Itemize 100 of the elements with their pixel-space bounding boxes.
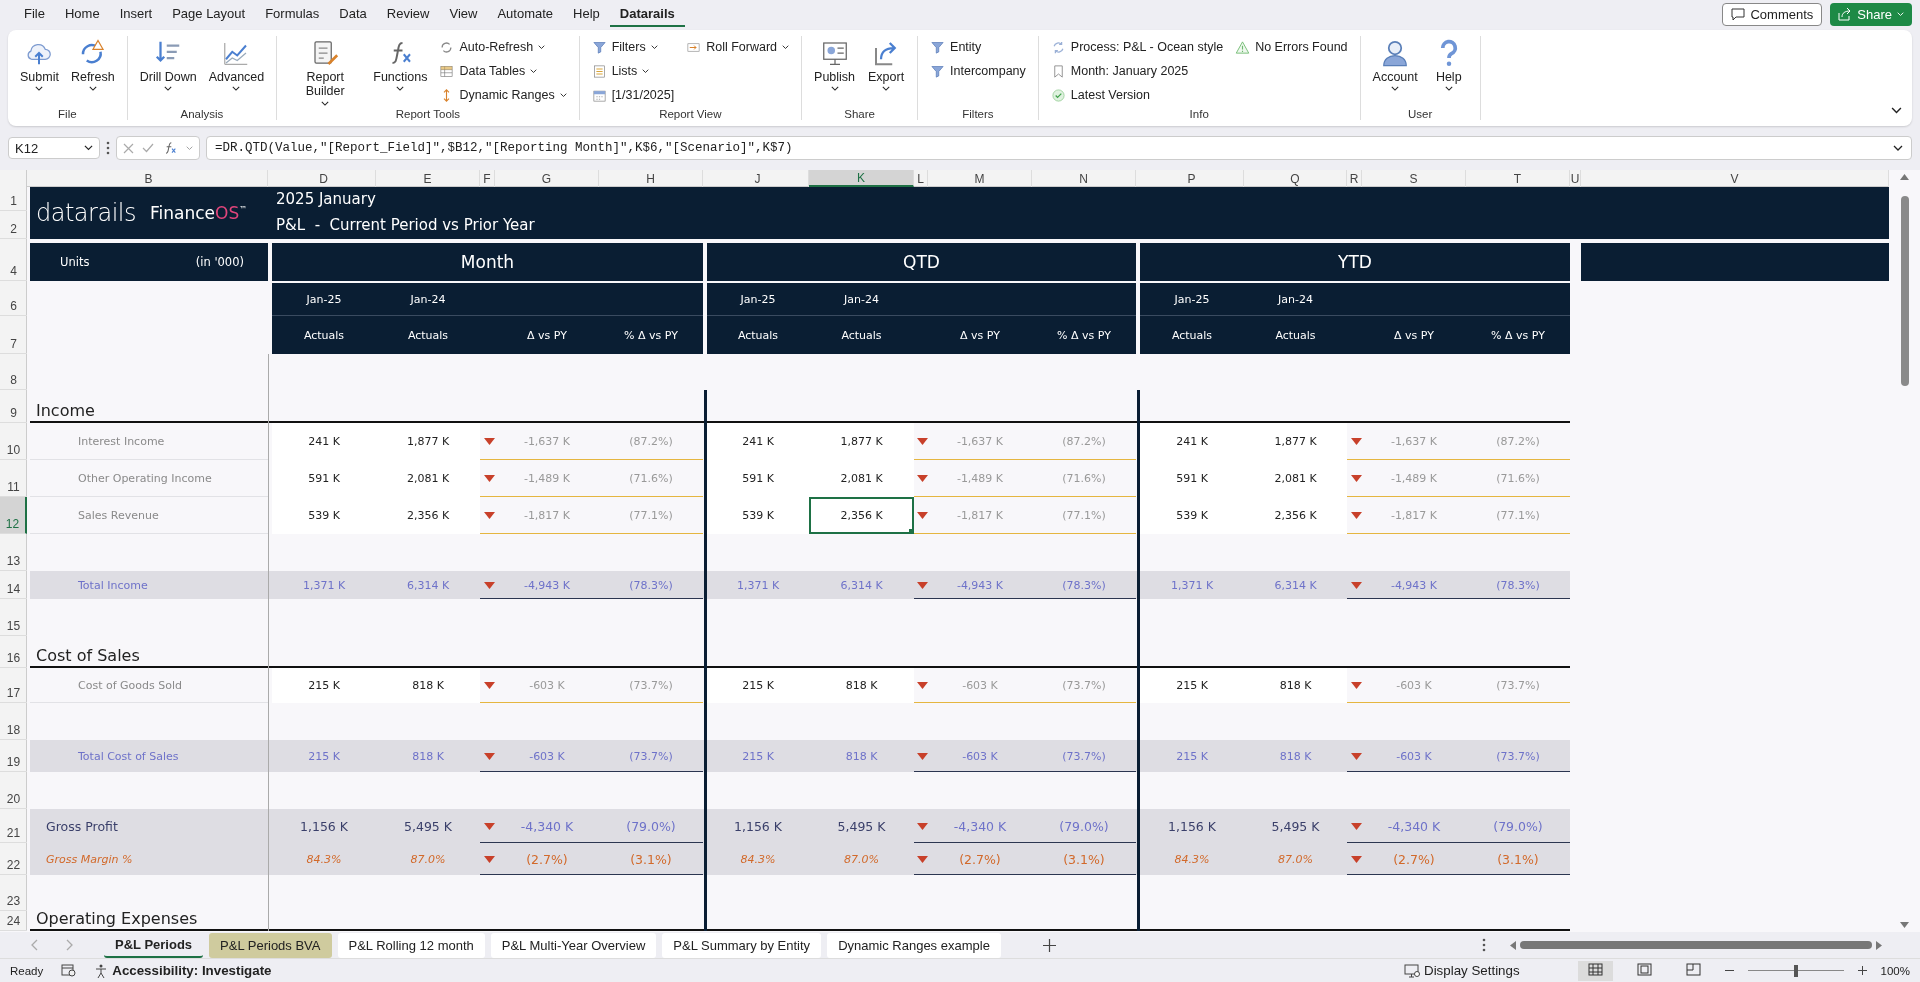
table-cell-text: -1,489 K: [522, 471, 572, 487]
row-header[interactable]: 8: [0, 354, 27, 390]
row-header[interactable]: 7: [0, 316, 27, 354]
menu-tab[interactable]: Datarails: [609, 1, 685, 27]
list-icon: [591, 63, 607, 79]
more-icon: [1482, 938, 1486, 952]
share-button[interactable]: Share: [1830, 2, 1912, 26]
table-cell-text: -1,817 K: [1389, 508, 1439, 524]
ribbon-button[interactable]: Drill Down: [135, 36, 201, 108]
ribbon-button[interactable]: Process: P&L - Ocean style: [1050, 36, 1224, 58]
row-header[interactable]: 17: [0, 668, 27, 703]
row-header[interactable]: 12: [0, 497, 27, 534]
menu-tab[interactable]: Formulas: [255, 1, 330, 27]
group-label: User: [1407, 108, 1434, 120]
scrollbar-thumb[interactable]: [1520, 941, 1872, 949]
menu-tab[interactable]: Insert: [109, 1, 163, 27]
ribbon-button[interactable]: Roll Forward: [686, 36, 790, 58]
row-header[interactable]: 9: [0, 390, 27, 423]
menu-tab[interactable]: Automate: [487, 1, 564, 27]
table-cell-text: (77.1%): [628, 508, 674, 524]
monitor-icon: [1404, 963, 1420, 978]
row-header[interactable]: 19: [0, 740, 27, 772]
view-icon: [1636, 962, 1652, 976]
row-header[interactable]: 1: [0, 187, 27, 211]
table-cell: 241 K: [272, 423, 376, 460]
row-header[interactable]: 16: [0, 636, 27, 668]
ribbon-button[interactable]: Publish: [810, 36, 860, 108]
row-header[interactable]: 10: [0, 423, 27, 460]
table-cell: 2,081 K: [376, 460, 480, 497]
chevron-icon: [1897, 11, 1904, 17]
sheet-tab[interactable]: P&L Rolling 12 month: [337, 932, 485, 958]
sheet-tab[interactable]: P&L Periods BVA: [209, 932, 332, 958]
accessibility-button[interactable]: Accessibility: Investigate: [94, 963, 272, 978]
ribbon-button[interactable]: Advanced: [204, 36, 269, 108]
row-header[interactable]: 14: [0, 571, 27, 599]
sheet-tab[interactable]: P&L Summary by Entity: [662, 932, 822, 958]
comments-button[interactable]: Comments: [1722, 2, 1823, 26]
menu-tab[interactable]: Data: [329, 1, 377, 27]
sheet-tab[interactable]: P&L Multi-Year Overview: [490, 932, 657, 958]
ribbon-button[interactable]: Submit: [16, 36, 63, 108]
ribbon-button[interactable]: Lists: [591, 60, 675, 82]
menu-tab[interactable]: Help: [563, 1, 610, 27]
table-cell-text: 87.0%: [843, 851, 880, 868]
sheet-tab[interactable]: Dynamic Ranges example: [827, 932, 1001, 958]
ribbon-button[interactable]: Refresh: [66, 36, 119, 108]
ribbon-button[interactable]: Report Builder: [285, 36, 366, 108]
table-cell-text: 84.3%: [739, 851, 777, 868]
row-header[interactable]: 22: [0, 843, 27, 875]
row-header[interactable]: 24: [0, 911, 27, 931]
ribbon-button[interactable]: No Errors Found: [1235, 36, 1348, 58]
menu-tab[interactable]: Review: [376, 1, 440, 27]
ribbon-button[interactable]: [1/31/2025]: [591, 84, 675, 106]
report-title: 2025 January: [275, 189, 377, 210]
zoom-slider-thumb[interactable]: [1793, 964, 1798, 977]
table-cell-text: (87.2%): [628, 434, 674, 450]
ribbon-button[interactable]: Dynamic Ranges: [439, 84, 567, 106]
ribbon-button[interactable]: Filters: [591, 36, 675, 58]
table-cell-text: (77.1%): [1061, 508, 1107, 524]
formula-field[interactable]: =DR.QTD(Value,"[Report_Field]",$B12,"[Reporting Month]",K$6,"[Scenario]",K$7): [206, 136, 1912, 160]
table-cell-text: -1,817 K: [522, 508, 572, 524]
table-cell-text: -1,817 K: [955, 508, 1005, 524]
ribbon-button[interactable]: Entity: [930, 36, 1026, 58]
ribbon-button[interactable]: Data Tables: [439, 60, 567, 82]
chevron-icon: [1891, 107, 1902, 114]
menu-tab[interactable]: Page Layout: [162, 1, 256, 27]
display-settings-button[interactable]: Display Settings: [1404, 963, 1520, 978]
normal-view-button[interactable]: [1577, 960, 1613, 981]
ribbon-button[interactable]: Intercompany: [930, 60, 1026, 82]
row-header[interactable]: 4: [0, 243, 27, 281]
formula-tools[interactable]: [116, 136, 200, 160]
row-header[interactable]: 20: [0, 772, 27, 809]
row-header[interactable]: 15: [0, 599, 27, 636]
table-cell-text: (87.2%): [1061, 434, 1107, 450]
ribbon-button[interactable]: Latest Version: [1050, 84, 1224, 106]
chevron-icon: [1893, 145, 1903, 151]
table-cell-text: 6,314 K: [1273, 577, 1318, 594]
menu-tab[interactable]: View: [439, 1, 488, 27]
ribbon-button[interactable]: Export: [863, 36, 910, 108]
menu-tab[interactable]: File: [14, 1, 55, 27]
ribbon-button[interactable]: Auto-Refresh: [439, 36, 567, 58]
column-header[interactable]: K: [809, 170, 914, 187]
row-header[interactable]: 21: [0, 809, 27, 843]
row-header[interactable]: 2: [0, 211, 27, 239]
row-header[interactable]: 6: [0, 283, 27, 316]
scroll-left-icon: [1510, 940, 1516, 950]
period-label: Jan-24: [1276, 292, 1314, 308]
table-cell-text: (73.7%): [1061, 748, 1107, 765]
table-cell-text: (73.7%): [1495, 678, 1541, 694]
row-header[interactable]: 13: [0, 534, 27, 571]
zoom-level: 100%: [1880, 964, 1910, 977]
row-header[interactable]: 18: [0, 703, 27, 740]
ribbon-button[interactable]: Functions: [369, 36, 432, 108]
row-header[interactable]: 23: [0, 875, 27, 911]
ribbon-button[interactable]: Month: January 2025: [1050, 60, 1224, 82]
ribbon-button[interactable]: Help: [1425, 36, 1472, 108]
name-box[interactable]: K12: [8, 137, 100, 159]
menu-tab[interactable]: Home: [54, 1, 110, 27]
table-cell: 539 K: [707, 497, 809, 534]
scrollbar-thumb[interactable]: [1900, 196, 1909, 386]
ribbon-button[interactable]: Account: [1368, 36, 1422, 108]
